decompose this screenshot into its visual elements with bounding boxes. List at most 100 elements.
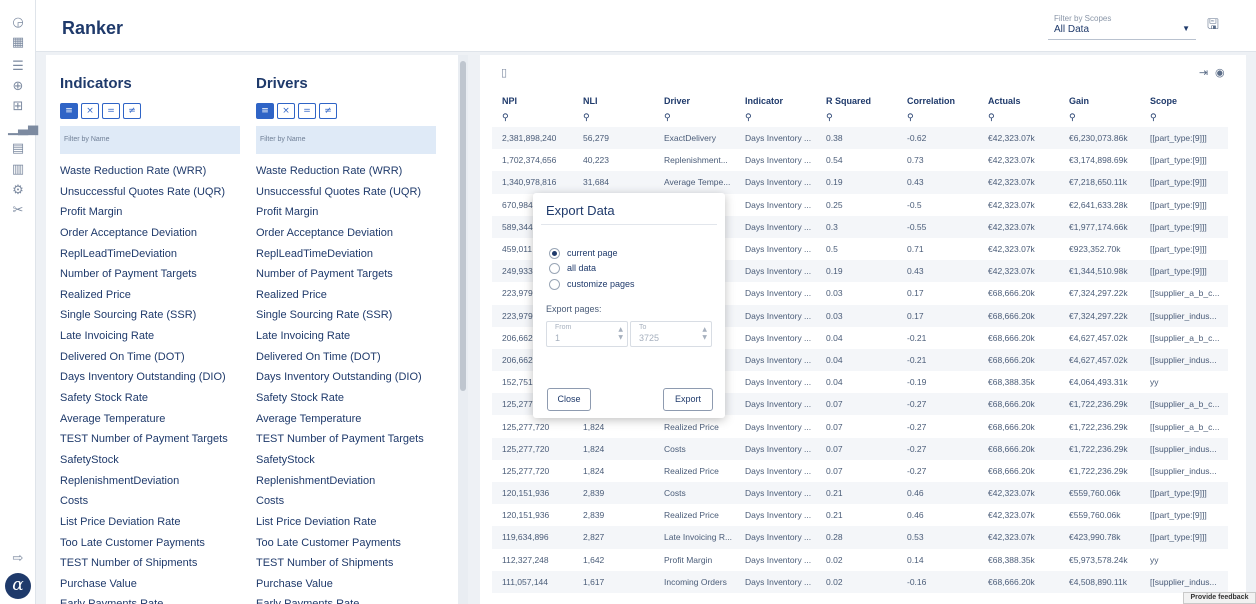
- indicators-list-item[interactable]: List Price Deviation Rate: [60, 512, 260, 533]
- export-button[interactable]: Export: [663, 388, 713, 411]
- export-icon[interactable]: ⇥: [1199, 66, 1208, 79]
- provide-feedback-button[interactable]: Provide feedback: [1183, 592, 1256, 604]
- indicators-list-item[interactable]: Order Acceptance Deviation: [60, 223, 260, 244]
- save-icon[interactable]: 🖫: [1204, 16, 1222, 34]
- column-header[interactable]: Driver: [654, 93, 735, 109]
- indicators-list-item[interactable]: TEST Number of Payment Targets: [60, 429, 260, 450]
- indicators-list-item[interactable]: ReplLeadTimeDeviation: [60, 244, 260, 265]
- drivers-list-item[interactable]: TEST Number of Payment Targets: [256, 429, 456, 450]
- column-header[interactable]: Gain: [1059, 93, 1140, 109]
- logout-icon[interactable]: ⇨: [8, 550, 28, 568]
- radio-button[interactable]: [549, 262, 560, 274]
- close-button[interactable]: Close: [547, 388, 591, 411]
- indicators-list-item[interactable]: Number of Payment Targets: [60, 264, 260, 285]
- column-header[interactable]: Indicator: [735, 93, 816, 109]
- column-search-icon[interactable]: ⚲: [978, 109, 1059, 127]
- table-icon[interactable]: ⊞: [8, 98, 28, 116]
- indicators-list-item[interactable]: ReplenishmentDeviation: [60, 471, 260, 492]
- indicators-list-item[interactable]: Average Temperature: [60, 409, 260, 430]
- column-search-icon[interactable]: ⚲: [816, 109, 897, 127]
- filter-mode-clear-button[interactable]: ×: [81, 103, 99, 119]
- column-search-icon[interactable]: ⚲: [492, 109, 573, 127]
- indicators-list-item[interactable]: Profit Margin: [60, 202, 260, 223]
- drivers-list-item[interactable]: Waste Reduction Rate (WRR): [256, 161, 456, 182]
- drivers-list-item[interactable]: Average Temperature: [256, 409, 456, 430]
- table-row[interactable]: 1,340,978,816 31,684 Average Tempe... Days …: [492, 171, 1228, 194]
- target-icon[interactable]: ⊕: [8, 78, 28, 96]
- filter-mode-equal-button[interactable]: =: [298, 103, 316, 119]
- eye-icon[interactable]: ◉: [1215, 66, 1225, 79]
- table-row[interactable]: 111,057,144 1,617 Incoming Orders Days Inve…: [492, 570, 1228, 593]
- clipboard-icon[interactable]: ▯: [501, 66, 507, 79]
- indicators-list-item[interactable]: SafetyStock: [60, 450, 260, 471]
- radio-all-data[interactable]: all data: [549, 261, 596, 275]
- drivers-list-item[interactable]: SafetyStock: [256, 450, 456, 471]
- drivers-list-item[interactable]: Number of Payment Targets: [256, 264, 456, 285]
- indicators-list-item[interactable]: Days Inventory Outstanding (DIO): [60, 367, 260, 388]
- table-row[interactable]: 125,277,720 1,824 Realized Price Days Inven…: [492, 460, 1228, 482]
- indicators-list-item[interactable]: Waste Reduction Rate (WRR): [60, 161, 260, 182]
- filter-mode-notequal-button[interactable]: ≠: [123, 103, 141, 119]
- spinner-icon[interactable]: ▲ ▼: [618, 326, 623, 342]
- table-row[interactable]: 120,151,936 2,839 Realized Price Days Inven…: [492, 504, 1228, 526]
- tools-icon[interactable]: ✂: [8, 202, 28, 220]
- drivers-list-item[interactable]: ReplenishmentDeviation: [256, 471, 456, 492]
- from-page-input[interactable]: From 1 ▲ ▼: [546, 321, 628, 347]
- scope-filter-select[interactable]: Filter by Scopes All Data ▼: [1048, 12, 1196, 40]
- radio-button[interactable]: [549, 278, 560, 290]
- filter-mode-notequal-button[interactable]: ≠: [319, 103, 337, 119]
- indicators-list-item[interactable]: Realized Price: [60, 285, 260, 306]
- drivers-list-item[interactable]: Delivered On Time (DOT): [256, 347, 456, 368]
- column-search-icon[interactable]: ⚲: [897, 109, 978, 127]
- filters-scrollbar-thumb[interactable]: [460, 61, 466, 391]
- table-row[interactable]: 125,277,720 1,824 Costs Days Inventory ... 0…: [492, 437, 1228, 460]
- table-row[interactable]: 120,151,936 2,839 Costs Days Inventory ... 0…: [492, 482, 1228, 505]
- grid-icon[interactable]: ▦: [8, 34, 28, 52]
- indicators-list-item[interactable]: Late Invoicing Rate: [60, 326, 260, 347]
- drivers-list-item[interactable]: TEST Number of Shipments: [256, 553, 456, 574]
- column-header[interactable]: Scope: [1140, 93, 1228, 109]
- drivers-list-item[interactable]: Purchase Value: [256, 574, 456, 595]
- table-row[interactable]: 119,634,896 2,827 Late Invoicing R... Days …: [492, 526, 1228, 549]
- indicators-list-item[interactable]: Too Late Customer Payments: [60, 533, 260, 554]
- indicators-list-item[interactable]: Single Sourcing Rate (SSR): [60, 305, 260, 326]
- indicators-list-item[interactable]: Safety Stock Rate: [60, 388, 260, 409]
- column-search-icon[interactable]: ⚲: [654, 109, 735, 127]
- drivers-list-item[interactable]: Costs: [256, 491, 456, 512]
- drivers-list-item[interactable]: Order Acceptance Deviation: [256, 223, 456, 244]
- drivers-list-item[interactable]: Unsuccessful Quotes Rate (UQR): [256, 182, 456, 203]
- column-search-icon[interactable]: ⚲: [573, 109, 654, 127]
- indicators-filter-input[interactable]: Filter by Name: [60, 126, 240, 154]
- column-header[interactable]: R Squared: [816, 93, 897, 109]
- drivers-list-item[interactable]: Early Payments Rate: [256, 594, 456, 604]
- drivers-list-item[interactable]: Too Late Customer Payments: [256, 533, 456, 554]
- drivers-list-item[interactable]: Profit Margin: [256, 202, 456, 223]
- indicators-list-item[interactable]: Unsuccessful Quotes Rate (UQR): [60, 182, 260, 203]
- radio-button[interactable]: [549, 247, 560, 259]
- column-header[interactable]: Correlation: [897, 93, 978, 109]
- filter-mode-list-button[interactable]: ≡: [256, 103, 274, 119]
- filters-scrollbar[interactable]: [458, 55, 468, 604]
- drivers-list-item[interactable]: Realized Price: [256, 285, 456, 306]
- drivers-list-item[interactable]: Days Inventory Outstanding (DIO): [256, 367, 456, 388]
- drivers-list-item[interactable]: List Price Deviation Rate: [256, 512, 456, 533]
- indicators-list-item[interactable]: Purchase Value: [60, 574, 260, 595]
- column-header[interactable]: Actuals: [978, 93, 1059, 109]
- column-header[interactable]: NLI: [573, 93, 654, 109]
- drivers-list-item[interactable]: ReplLeadTimeDeviation: [256, 244, 456, 265]
- table-row[interactable]: 125,277,720 1,824 Realized Price Days Inven…: [492, 415, 1228, 437]
- column-search-icon[interactable]: ⚲: [735, 109, 816, 127]
- filter-mode-clear-button[interactable]: ×: [277, 103, 295, 119]
- radio-customize-pages[interactable]: customize pages: [549, 277, 635, 291]
- table-row[interactable]: 2,381,898,240 56,279 ExactDelivery Days Inv…: [492, 127, 1228, 150]
- calendar-icon[interactable]: ▤: [8, 140, 28, 158]
- indicators-list-item[interactable]: Early Payments Rate: [60, 594, 260, 604]
- gear-icon[interactable]: ⚙: [8, 182, 28, 200]
- indicators-list-item[interactable]: TEST Number of Shipments: [60, 553, 260, 574]
- column-search-icon[interactable]: ⚲: [1059, 109, 1140, 127]
- table-row[interactable]: 1,702,374,656 40,223 Replenishment... Days …: [492, 149, 1228, 171]
- drivers-list-item[interactable]: Single Sourcing Rate (SSR): [256, 305, 456, 326]
- chart-icon[interactable]: ▁▃▅: [8, 120, 38, 138]
- list-icon[interactable]: ☰: [8, 58, 28, 76]
- column-header[interactable]: NPI: [492, 93, 573, 109]
